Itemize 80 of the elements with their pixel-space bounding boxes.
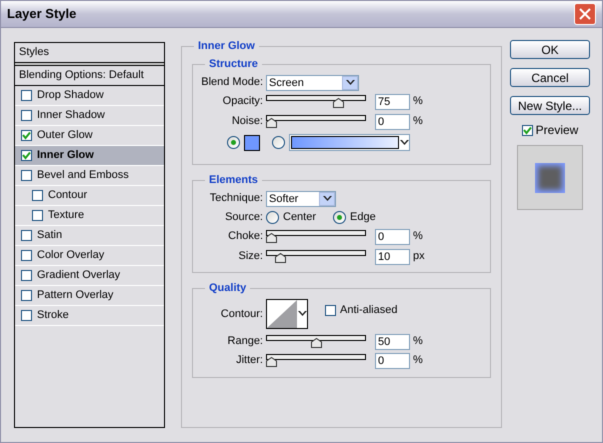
preview-checkbox[interactable] <box>522 124 533 136</box>
checkbox[interactable] <box>21 170 32 181</box>
field-label: Range: <box>226 334 264 350</box>
value-field[interactable]: 0 <box>375 228 410 244</box>
caret-icon <box>298 311 306 317</box>
style-item[interactable]: Contour <box>15 186 164 206</box>
checkbox[interactable] <box>21 310 32 321</box>
field-label: Blend Mode: <box>201 75 263 90</box>
style-item[interactable]: Inner Shadow <box>15 106 164 126</box>
checkbox[interactable] <box>21 250 32 261</box>
checkbox[interactable] <box>21 90 32 101</box>
checkbox[interactable] <box>21 110 32 121</box>
checkbox[interactable] <box>21 270 32 281</box>
radio-button[interactable] <box>272 136 285 149</box>
close-button[interactable] <box>574 3 596 25</box>
dialog-button[interactable]: Cancel <box>510 68 590 87</box>
color-swatch[interactable] <box>244 134 260 150</box>
close-icon <box>579 8 591 20</box>
field-label: Contour: <box>220 306 263 322</box>
radio-button[interactable] <box>227 136 240 149</box>
value-field[interactable]: 75 <box>375 94 410 110</box>
group-title: Quality <box>205 281 250 295</box>
field-label: Source: <box>224 210 263 225</box>
style-item[interactable]: Inner Glow <box>15 146 164 166</box>
unit-label: % <box>413 353 423 368</box>
radio-button[interactable] <box>333 210 346 224</box>
style-item[interactable]: Stroke <box>15 306 164 326</box>
slider[interactable] <box>266 250 366 264</box>
slider[interactable] <box>266 114 366 128</box>
slider[interactable] <box>266 230 366 244</box>
blending-options-item[interactable]: Blending Options: Default <box>15 66 164 86</box>
contour-picker[interactable] <box>266 299 308 329</box>
unit-label: % <box>413 334 423 350</box>
unit-label: % <box>413 229 423 244</box>
field-label: Opacity: <box>222 94 264 110</box>
style-item[interactable]: Satin <box>15 226 164 246</box>
style-item[interactable]: Bevel and Emboss <box>15 166 164 186</box>
style-item[interactable]: Color Overlay <box>15 246 164 266</box>
caret-icon <box>400 140 408 146</box>
dropdown[interactable]: Softer <box>266 190 336 206</box>
style-item[interactable]: Texture <box>15 206 164 226</box>
window-title: Layer Style <box>7 5 76 24</box>
field-label: Jitter: <box>235 353 264 368</box>
value-field[interactable]: 10 <box>375 248 410 264</box>
unit-label: % <box>413 114 423 130</box>
checkbox[interactable] <box>32 190 43 201</box>
checkbox[interactable] <box>21 230 32 241</box>
slider[interactable] <box>266 334 366 348</box>
dialog-button[interactable]: OK <box>510 40 590 59</box>
unit-label: % <box>413 94 423 110</box>
caret-icon <box>346 80 354 86</box>
checkbox[interactable] <box>32 210 43 221</box>
value-field[interactable]: 50 <box>375 334 410 350</box>
value-field[interactable]: 0 <box>375 114 410 130</box>
checkbox-label: Preview <box>536 122 578 139</box>
field-label: Choke: <box>227 229 264 244</box>
slider[interactable] <box>266 354 366 368</box>
radio-button[interactable] <box>266 210 279 224</box>
field-label: Size: <box>238 249 264 264</box>
caret-icon <box>322 196 332 202</box>
contour-curve-icon <box>267 300 297 328</box>
gradient-picker[interactable] <box>289 134 410 151</box>
field-label: Technique: <box>208 191 263 206</box>
checkbox-label: Anti-aliased <box>340 302 398 318</box>
slider[interactable] <box>266 94 366 108</box>
style-item[interactable]: Gradient Overlay <box>15 266 164 286</box>
checkbox[interactable] <box>21 150 32 161</box>
dialog-button[interactable]: New Style... <box>510 96 590 115</box>
style-item[interactable]: Drop Shadow <box>15 86 164 106</box>
checkbox[interactable] <box>21 130 32 141</box>
radio-label: Edge <box>350 210 376 225</box>
style-item[interactable]: Pattern Overlay <box>15 286 164 306</box>
checkbox[interactable] <box>21 290 32 301</box>
radio-label: Center <box>283 210 316 225</box>
dropdown[interactable]: Screen <box>266 74 359 90</box>
value-field[interactable]: 0 <box>375 352 410 368</box>
field-label: Noise: <box>230 114 264 130</box>
style-preview <box>517 145 583 210</box>
checkbox[interactable] <box>325 304 336 316</box>
unit-label: px <box>413 249 425 264</box>
